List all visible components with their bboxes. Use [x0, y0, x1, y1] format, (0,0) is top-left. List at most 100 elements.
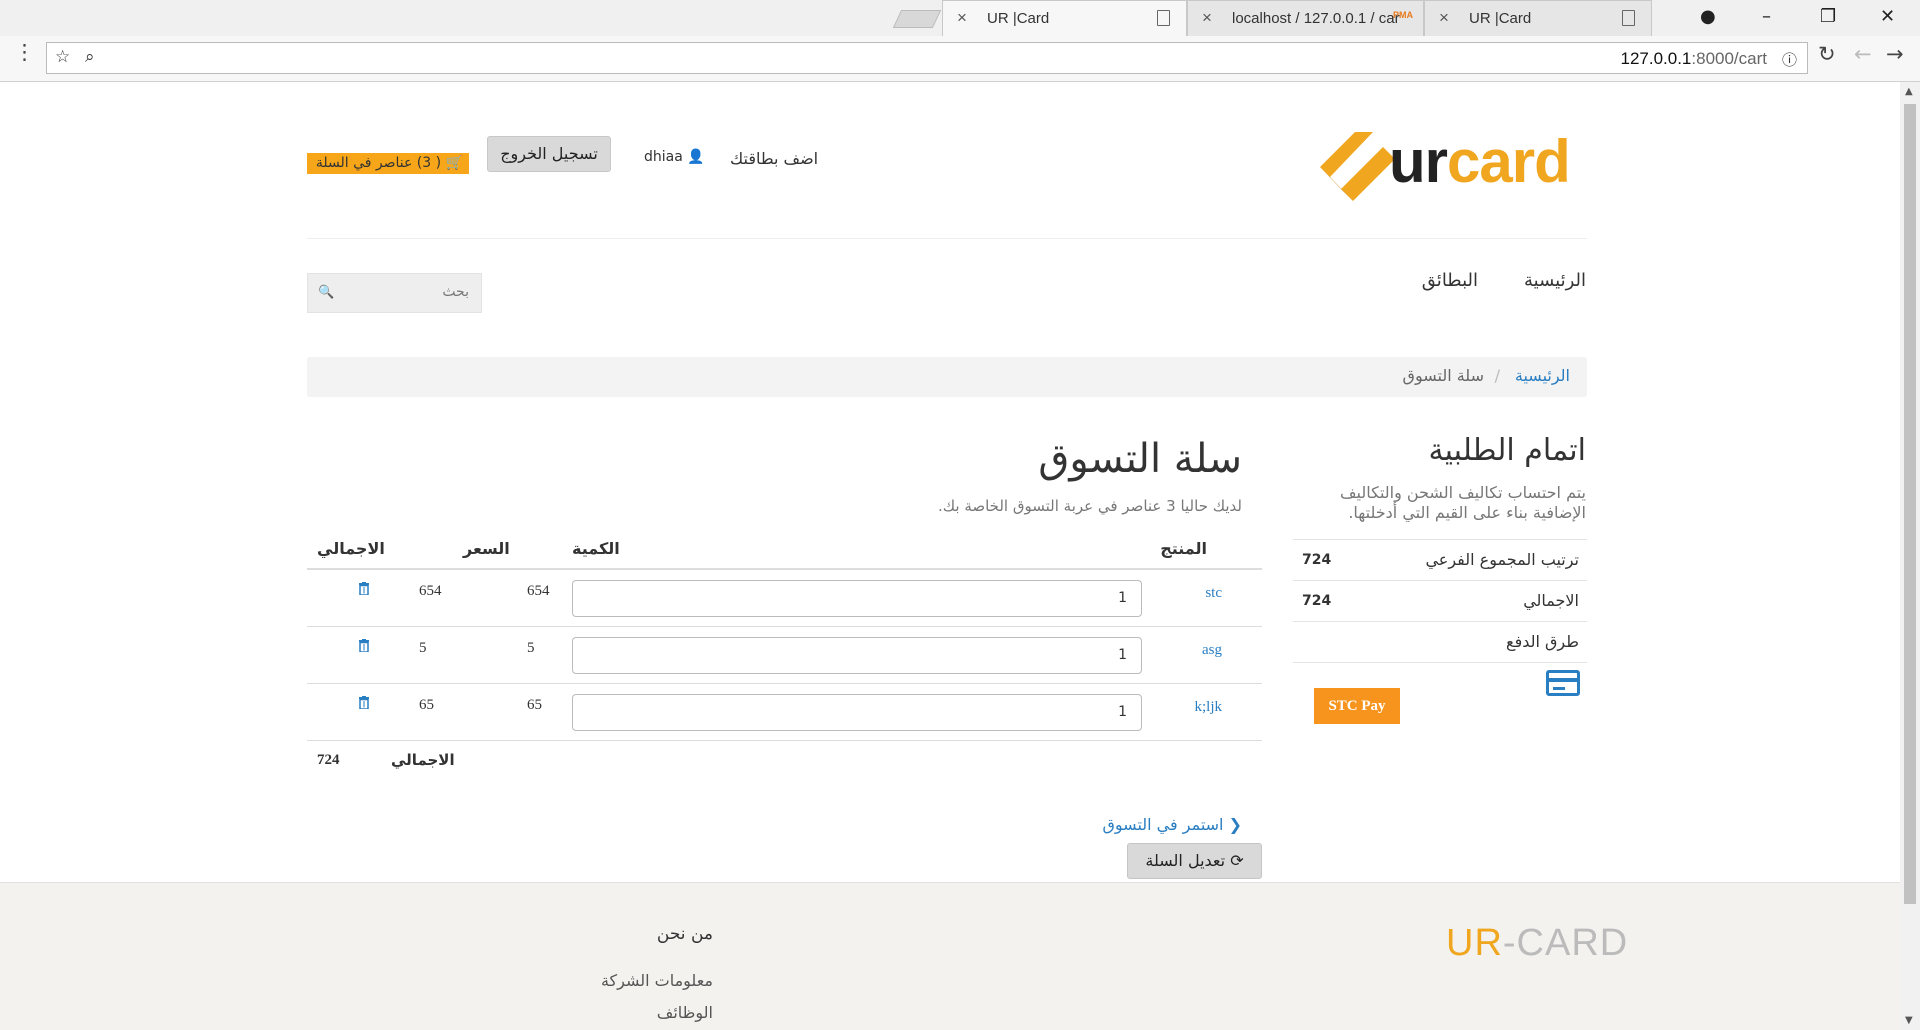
footer-jobs-link[interactable]: الوظائف	[657, 1003, 713, 1022]
footer-logo: UR-CARD	[1446, 922, 1629, 964]
cart-description: لديك حاليا 3 عناصر في عربة التسوق الخاصة…	[937, 497, 1242, 515]
search-icon[interactable]: 🔍	[318, 285, 334, 300]
total-cell: 65	[419, 697, 434, 713]
search-placeholder: بحث	[442, 284, 469, 300]
url-field[interactable]: ☆ ⌕ 127.0.0.1:8000/cart ⓘ	[46, 42, 1808, 74]
page-icon	[1157, 10, 1170, 26]
user-link[interactable]: dhiaa 👤	[644, 149, 705, 165]
tab-title: UR |Card	[987, 10, 1050, 27]
new-tab-button[interactable]	[892, 10, 942, 28]
browser-tab-urcard-2[interactable]: × UR |Card	[1424, 0, 1652, 36]
quantity-input[interactable]: 1	[572, 580, 1142, 617]
logo-wordmark: urcard	[1389, 128, 1571, 195]
page-icon	[1622, 10, 1635, 26]
nav-cards[interactable]: البطائق	[1422, 270, 1478, 291]
continue-shopping-link[interactable]: ❮ استمر في التسوق	[1102, 815, 1242, 834]
close-tab-icon[interactable]: ×	[1202, 8, 1212, 28]
column-header-total: الاجمالي	[317, 539, 385, 558]
stc-pay-button[interactable]: STC Pay	[1314, 688, 1400, 724]
menu-icon[interactable]: ⋮	[14, 40, 35, 64]
zoom-icon[interactable]: ⌕	[85, 47, 95, 67]
urcard-logo[interactable]: urcard	[1315, 127, 1585, 207]
payment-divider	[1293, 662, 1587, 663]
nav-home[interactable]: الرئيسية	[1524, 270, 1586, 291]
subtotal-label: ترتيب المجموع الفرعي	[1425, 550, 1579, 569]
price-cell: 65	[527, 697, 542, 713]
user-icon: 👤	[687, 149, 705, 165]
cart-link[interactable]: 🛒 ( 3) عناصر في السلة	[307, 153, 469, 174]
logout-button[interactable]: تسجيل الخروج	[487, 136, 611, 172]
phpmyadmin-icon: PMA	[1393, 10, 1413, 20]
profile-icon[interactable]: ●	[1700, 6, 1716, 27]
forward-icon[interactable]: →	[1886, 42, 1904, 66]
site-info-icon[interactable]: ⓘ	[1782, 49, 1797, 70]
logo-mark-icon	[1320, 132, 1395, 201]
product-link[interactable]: stc	[1205, 585, 1222, 602]
order-subtotal-row: ترتيب المجموع الفرعي 724	[1293, 539, 1587, 580]
column-header-product: المنتج	[1160, 539, 1207, 558]
payment-methods-label: طرق الدفع	[1506, 632, 1579, 651]
close-window-icon[interactable]: ✕	[1880, 6, 1895, 27]
order-title: اتمام الطلبية	[1428, 433, 1587, 468]
subtotal-value: 724	[1302, 552, 1332, 568]
trash-icon[interactable]	[359, 639, 369, 652]
add-card-link[interactable]: اضف بطاقتك	[730, 149, 818, 168]
breadcrumb-separator: /	[1494, 366, 1500, 385]
order-total-row: الاجمالي 724	[1293, 580, 1587, 621]
close-tab-icon[interactable]: ×	[957, 8, 967, 28]
close-tab-icon[interactable]: ×	[1439, 8, 1449, 28]
total-cell: 5	[419, 640, 427, 656]
tab-title: UR |Card	[1469, 10, 1532, 27]
column-header-price: السعر	[463, 539, 510, 558]
total-value: 724	[1302, 593, 1332, 609]
update-cart-button[interactable]: ⟳ تعديل السلة	[1127, 843, 1262, 879]
update-cart-label: تعديل السلة	[1145, 851, 1226, 870]
product-link[interactable]: asg	[1202, 642, 1222, 659]
header-divider	[307, 238, 1587, 239]
breadcrumb-home[interactable]: الرئيسية	[1515, 366, 1570, 385]
table-row: k;ljk 1 65 65	[307, 684, 1262, 741]
quantity-input[interactable]: 1	[572, 637, 1142, 674]
continue-shopping-label: استمر في التسوق	[1102, 815, 1224, 834]
cart-total-row: الاجمالي 724	[307, 741, 1262, 781]
tab-title: localhost / 127.0.0.1 / car	[1232, 10, 1400, 27]
cart-count-label: ( 3) عناصر في السلة	[315, 155, 442, 171]
scroll-up-icon[interactable]: ▲	[1905, 86, 1913, 97]
restore-icon[interactable]: ❐	[1820, 6, 1836, 27]
footer-company-info-link[interactable]: معلومات الشركة	[601, 971, 713, 990]
bookmark-star-icon[interactable]: ☆	[55, 47, 70, 67]
total-label: الاجمالي	[1523, 591, 1579, 610]
column-header-quantity: الكمية	[572, 539, 620, 558]
table-row: stc 1 654 654	[307, 570, 1262, 627]
scroll-down-icon[interactable]: ▼	[1905, 1015, 1913, 1026]
minimize-icon[interactable]: –	[1762, 6, 1771, 27]
product-link[interactable]: k;ljk	[1194, 699, 1222, 716]
credit-card-icon[interactable]	[1546, 670, 1580, 696]
quantity-input[interactable]: 1	[572, 694, 1142, 731]
browser-tab-strip: × UR |Card × localhost / 127.0.0.1 / car…	[0, 0, 1920, 36]
search-input[interactable]: بحث 🔍	[307, 273, 482, 313]
address-bar: ⋮ ☆ ⌕ 127.0.0.1:8000/cart ⓘ ↻ ← →	[0, 36, 1920, 82]
trash-icon[interactable]	[359, 582, 369, 595]
cart-total-label: الاجمالي	[391, 751, 455, 769]
table-row: asg 1 5 5	[307, 627, 1262, 684]
payment-methods-row: طرق الدفع	[1293, 621, 1587, 662]
cart-icon: 🛒	[445, 155, 463, 171]
back-icon[interactable]: ←	[1854, 42, 1872, 66]
refresh-icon: ⟳	[1230, 851, 1244, 870]
username: dhiaa	[644, 149, 683, 165]
reload-icon[interactable]: ↻	[1818, 42, 1836, 66]
price-cell: 5	[527, 640, 535, 656]
page: urcard اضف بطاقتك dhiaa 👤 تسجيل الخروج 🛒…	[0, 83, 1900, 1030]
scrollbar-thumb[interactable]	[1904, 104, 1916, 904]
trash-icon[interactable]	[359, 696, 369, 709]
browser-tab-phpmyadmin[interactable]: × localhost / 127.0.0.1 / car PMA	[1187, 0, 1424, 36]
footer-about-heading: من نحن	[656, 924, 713, 944]
cart-title: سلة التسوق	[1038, 436, 1242, 482]
total-cell: 654	[419, 583, 442, 599]
footer: UR-CARD من نحن معلومات الشركة الوظائف	[0, 882, 1900, 1030]
browser-tab-urcard[interactable]: × UR |Card	[942, 0, 1187, 36]
page-scrollbar[interactable]: ▲ ▼	[1900, 82, 1920, 1030]
cart-total-value: 724	[317, 752, 340, 768]
price-cell: 654	[527, 583, 550, 599]
